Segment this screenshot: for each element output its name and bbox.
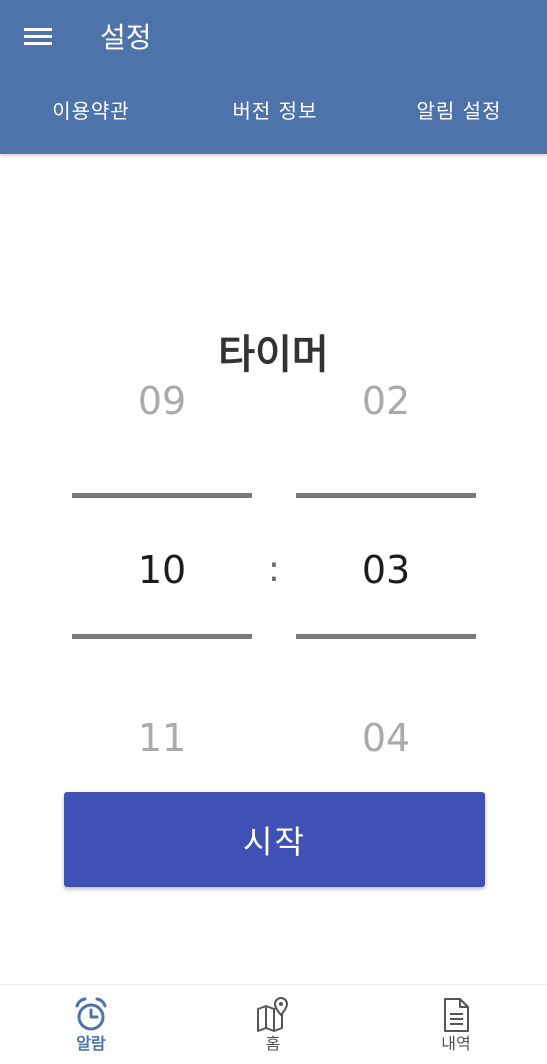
minute-picker[interactable]: 02 03 04: [296, 370, 476, 770]
hour-prev-value[interactable]: 09: [72, 376, 252, 426]
app-bar: 설정: [0, 0, 547, 76]
hour-selected-value[interactable]: 10: [72, 545, 252, 595]
menu-icon[interactable]: [24, 26, 52, 48]
nav-label-history: 내역: [441, 1034, 471, 1053]
nav-item-home[interactable]: 홈: [182, 985, 364, 1064]
tab-bar: 이용약관 버전 정보 알림 설정: [0, 76, 547, 154]
nav-label-home: 홈: [265, 1034, 281, 1053]
time-separator: :: [267, 549, 281, 590]
hour-divider-bottom: [72, 634, 252, 639]
minute-selected-value[interactable]: 03: [296, 545, 476, 595]
nav-item-history[interactable]: 내역: [365, 985, 547, 1064]
minute-divider-bottom: [296, 634, 476, 639]
minute-prev-value[interactable]: 02: [296, 376, 476, 426]
start-button[interactable]: 시작: [64, 792, 485, 887]
minute-divider-top: [296, 493, 476, 498]
tab-version-info[interactable]: 버전 정보: [204, 76, 346, 146]
map-pin-icon: [255, 997, 291, 1033]
nav-label-alarm: 알람: [76, 1034, 106, 1053]
hour-next-value[interactable]: 11: [72, 713, 252, 763]
page-title: 설정: [100, 21, 152, 54]
minute-next-value[interactable]: 04: [296, 713, 476, 763]
hour-picker[interactable]: 09 10 11: [72, 370, 252, 770]
nav-item-alarm[interactable]: 알람: [0, 985, 182, 1064]
tab-terms[interactable]: 이용약관: [20, 76, 162, 146]
hour-divider-top: [72, 493, 252, 498]
bottom-navigation: 알람 홈 내역: [0, 984, 547, 1064]
document-icon: [438, 997, 474, 1033]
alarm-clock-icon: [73, 997, 109, 1033]
tab-notification-settings[interactable]: 알림 설정: [388, 76, 530, 146]
